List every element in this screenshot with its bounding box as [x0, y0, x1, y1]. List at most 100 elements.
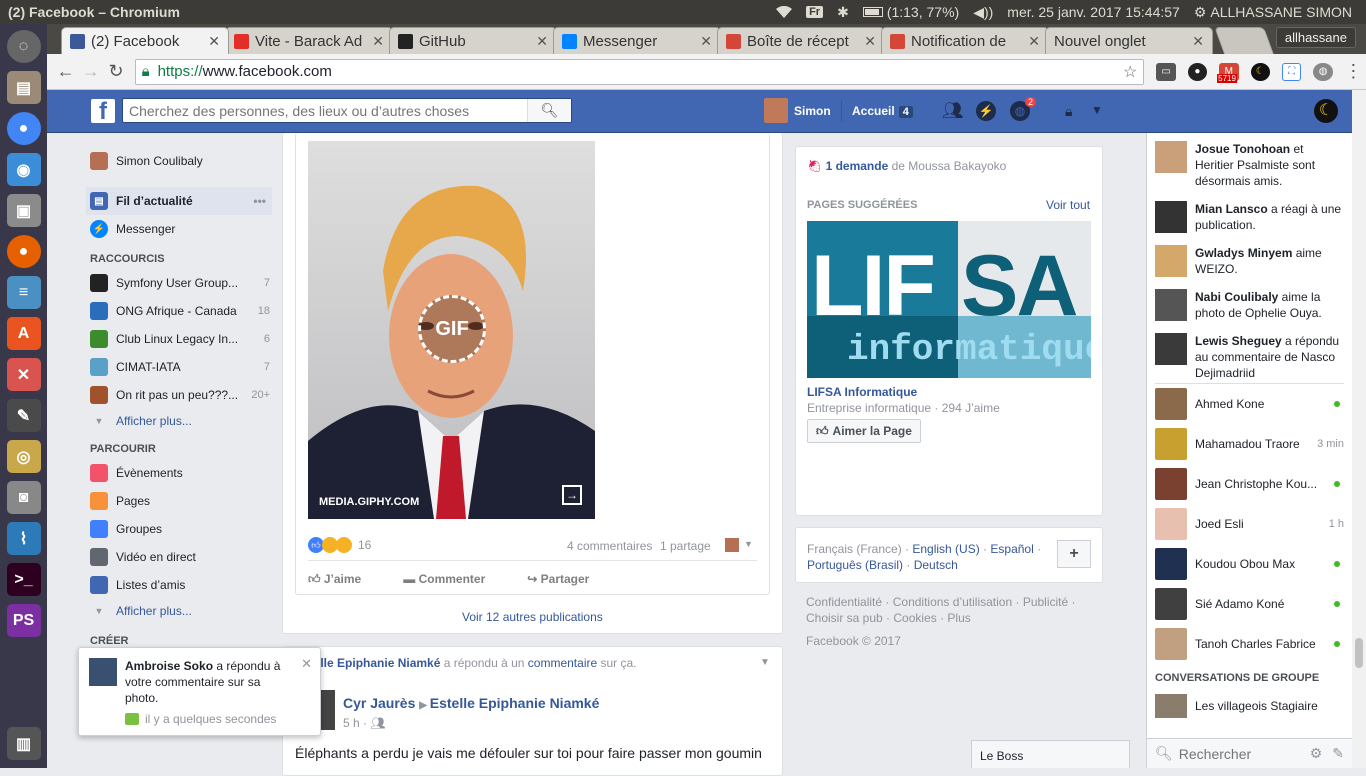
terminal-icon[interactable]: >_: [6, 563, 41, 596]
left-nav-news-feed[interactable]: ▤ Fil d’actualité •••: [86, 187, 272, 215]
share-button[interactable]: ↪ Partager: [527, 572, 589, 587]
account-menu-icon[interactable]: ▼: [1091, 103, 1103, 117]
bluetooth-icon[interactable]: ✱: [837, 4, 849, 21]
post-target[interactable]: Estelle Epiphanie Niamké: [430, 695, 600, 711]
ticker-item[interactable]: Mian Lansco a réagi à une publication.: [1155, 201, 1344, 245]
shortcut-item[interactable]: CIMAT-IATA 7: [90, 353, 270, 381]
like-page-button[interactable]: 👍︎ Aimer la Page: [807, 419, 921, 443]
footer-link[interactable]: Choisir sa pub: [806, 611, 883, 625]
chat-contact[interactable]: Mahamadou Traore 3 min: [1155, 424, 1344, 464]
speaker-icon[interactable]: ◎: [6, 440, 41, 473]
tab[interactable]: Nouvel onglet ✕: [1045, 27, 1213, 54]
chat-contact[interactable]: Tanoh Charles Fabrice: [1155, 624, 1344, 664]
home-link[interactable]: Accueil 4: [852, 104, 913, 118]
avatar[interactable]: [764, 98, 788, 123]
open-external-icon[interactable]: →: [562, 485, 582, 505]
address-bar[interactable]: 🔒︎ https:// www.facebook.com ☆: [134, 58, 1145, 85]
footer-link[interactable]: Conditions d’utilisation: [893, 595, 1012, 609]
post-author[interactable]: Cyr Jaurès: [343, 695, 415, 711]
shortcut-item[interactable]: Symfony User Group... 7: [90, 269, 270, 297]
chat-contact[interactable]: Joed Esli 1 h: [1155, 504, 1344, 544]
phpstorm-icon[interactable]: PS: [6, 604, 41, 637]
shares-count[interactable]: 1 partage: [660, 539, 711, 553]
color-picker-icon[interactable]: ✎: [6, 399, 41, 432]
firefox-icon[interactable]: ●: [6, 235, 41, 268]
left-nav-messenger[interactable]: ⚡ Messenger: [90, 217, 270, 241]
scrollbar[interactable]: [1352, 90, 1366, 768]
footer-link[interactable]: Plus: [947, 611, 970, 625]
chevron-down-icon[interactable]: ▼: [760, 657, 770, 668]
explore-item[interactable]: Vidéo en direct: [90, 543, 270, 571]
close-icon[interactable]: ✕: [536, 33, 548, 50]
chevron-down-icon[interactable]: ▼: [744, 539, 753, 549]
chat-search-input[interactable]: [1178, 745, 1302, 762]
screenshot-icon[interactable]: ⛶: [1281, 62, 1302, 81]
moon-icon[interactable]: ☾: [1314, 99, 1338, 123]
scrollbar-thumb[interactable]: [1355, 638, 1363, 668]
extension-icon[interactable]: ●: [1187, 62, 1208, 81]
language-link[interactable]: Deutsch: [914, 558, 958, 572]
group-conversation[interactable]: Les villageois Stagiaire: [1147, 694, 1352, 718]
ticker-item[interactable]: Josue Tonohoan et Heritier Psalmiste son…: [1155, 141, 1344, 201]
vpn-icon[interactable]: ◍: [1313, 62, 1333, 81]
battery-indicator[interactable]: (1:13, 77%): [862, 4, 959, 20]
trash-icon[interactable]: ▥: [6, 727, 41, 760]
dash-icon[interactable]: ◌: [6, 30, 41, 63]
chat-contact[interactable]: Ahmed Kone: [1155, 384, 1344, 424]
like-button[interactable]: 👍︎ J’aime: [308, 572, 361, 587]
cast-icon[interactable]: ▭: [1156, 62, 1176, 81]
add-language-button[interactable]: +: [1057, 540, 1091, 568]
writer-icon[interactable]: ≡: [6, 276, 41, 309]
shortcut-item[interactable]: On rit pas un peu???... 20+: [90, 381, 270, 409]
notification-toast[interactable]: ✕ Ambroise Soko a répondu à votre commen…: [78, 647, 321, 736]
files-icon[interactable]: ▤: [6, 71, 41, 104]
session-menu[interactable]: ⚙ ALLHASSANE SIMON: [1194, 4, 1352, 21]
facebook-logo-icon[interactable]: f: [91, 99, 115, 123]
ticker-item[interactable]: Nabi Coulibaly aime la photo de Ophelie …: [1155, 289, 1344, 333]
chat-contact[interactable]: Koudou Obou Max: [1155, 544, 1344, 584]
tab[interactable]: Notification de ✕: [881, 27, 1049, 54]
clock[interactable]: mer. 25 janv. 2017 15:44:57: [1007, 4, 1180, 20]
tab[interactable]: (2) Facebook ✕: [61, 27, 229, 54]
language-link[interactable]: Português (Brasil): [807, 558, 903, 572]
bookmark-star-icon[interactable]: ☆: [1123, 62, 1137, 82]
gear-icon[interactable]: ⚙: [1310, 745, 1323, 762]
workbench-icon[interactable]: ⌇: [6, 522, 41, 555]
shortcut-item[interactable]: ONG Afrique - Canada 18: [90, 297, 270, 325]
forward-icon[interactable]: →: [78, 61, 103, 82]
software-center-icon[interactable]: A: [6, 317, 41, 350]
photos-icon[interactable]: ▣: [6, 194, 41, 227]
menu-icon[interactable]: ⋮: [1341, 61, 1366, 82]
compose-icon[interactable]: ✎: [1332, 745, 1344, 762]
search-icon[interactable]: 🔍︎: [527, 99, 571, 122]
explore-item[interactable]: Groupes: [90, 515, 270, 543]
explore-item[interactable]: Évènements: [90, 459, 270, 487]
volume-icon[interactable]: ◀)): [973, 4, 993, 21]
chat-contact[interactable]: Sié Adamo Koné: [1155, 584, 1344, 624]
chromium-icon[interactable]: ◉: [6, 153, 41, 186]
facebook-search-input[interactable]: [123, 102, 527, 119]
friend-requests-icon[interactable]: 👥︎: [942, 101, 964, 121]
gmail-checker-icon[interactable]: M 5719: [1217, 62, 1239, 83]
language-link[interactable]: English (US): [912, 542, 979, 556]
messenger-icon[interactable]: ⚡: [976, 101, 996, 121]
see-more-posts-link[interactable]: Voir 12 autres publications: [462, 610, 603, 624]
close-icon[interactable]: ✕: [372, 33, 384, 50]
friend-request-link[interactable]: 1 demande: [826, 159, 889, 173]
gif-player[interactable]: GIF MEDIA.GIPHY.COM →: [308, 141, 595, 519]
more-icon[interactable]: •••: [253, 194, 266, 208]
shortcut-item[interactable]: Club Linux Legacy In... 6: [90, 325, 270, 353]
close-icon[interactable]: ✕: [301, 656, 312, 672]
tab[interactable]: Boîte de récept ✕: [717, 27, 885, 54]
explore-show-more[interactable]: ▼ Afficher plus...: [90, 599, 270, 623]
comments-count[interactable]: 4 commentaires: [567, 539, 652, 553]
footer-link[interactable]: Cookies: [893, 611, 936, 625]
ticker-item[interactable]: Lewis Sheguey a répondu au commentaire d…: [1155, 333, 1344, 383]
new-tab-button[interactable]: [1214, 27, 1274, 54]
reload-icon[interactable]: ↻: [103, 61, 128, 82]
audience-friends-icon[interactable]: 👥︎: [370, 716, 385, 730]
close-icon[interactable]: ✕: [864, 33, 876, 50]
keyboard-language[interactable]: Fr: [806, 6, 824, 18]
profile-link[interactable]: Simon: [794, 104, 831, 118]
settings-tools-icon[interactable]: ✕: [6, 358, 41, 391]
